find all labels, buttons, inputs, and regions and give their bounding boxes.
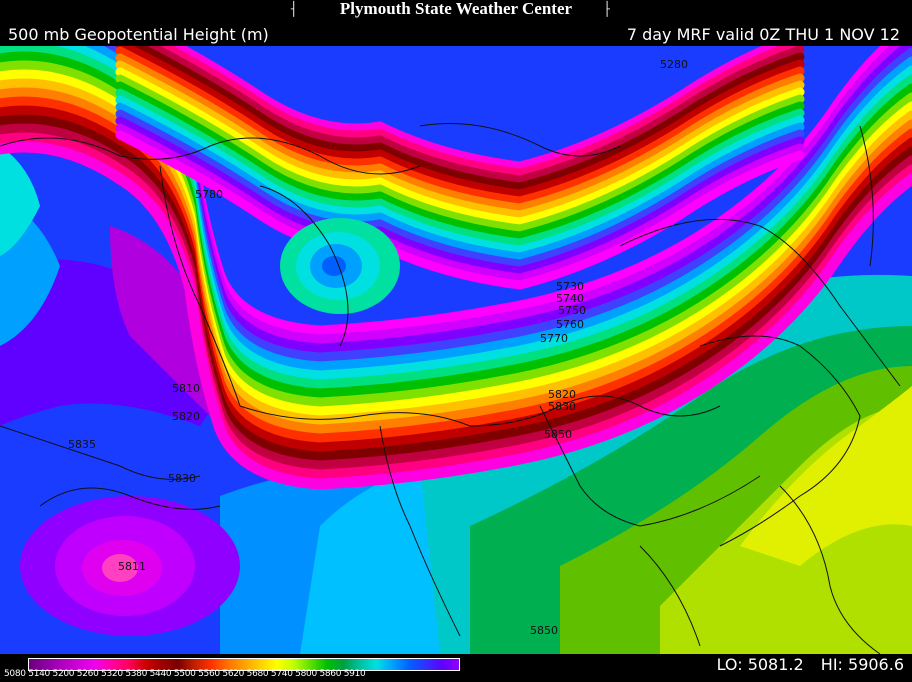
lo-value: LO: 5081.2 (716, 655, 804, 674)
contour-label: 5830 (548, 400, 576, 413)
contour-label: 5730 (556, 280, 584, 293)
contour-label: 5740 (556, 292, 584, 305)
map-canvas: 5280 5780 5810 5820 5835 5830 5811 5850 5850 5770… (0, 46, 912, 654)
contour-label: 5850 (530, 624, 558, 637)
title-bar: ⸡ Plymouth State Weather Center ⸠ 500 mb… (0, 0, 912, 46)
legend-bar: 5080 5140 5200 5260 5320 5380 5440 5500 … (0, 654, 912, 682)
lo-hi-readout: LO: 5081.2 HI: 5906.6 (705, 656, 904, 674)
color-scale-ticks: 5080 5140 5200 5260 5320 5380 5440 5500 … (4, 669, 366, 679)
contour-label: 5280 (660, 58, 688, 71)
contour-label: 5820 (548, 388, 576, 401)
contour-label: 5811 (118, 560, 146, 573)
hi-value: HI: 5906.6 (820, 655, 904, 674)
valid-time-title: 7 day MRF valid 0Z THU 1 NOV 12 (626, 25, 900, 44)
contour-label: 5810 (172, 382, 200, 395)
contour-label: 5830 (168, 472, 196, 485)
contour-label: 5780 (195, 188, 223, 201)
geopotential-map: 5280 5780 5810 5820 5835 5830 5811 5850 5850 5770… (0, 46, 912, 654)
contour-label: 5820 (172, 410, 200, 423)
hurricane-logo-right-icon: ⸠ (604, 0, 613, 17)
contour-label: 5770 (540, 332, 568, 345)
map-variable-title: 500 mb Geopotential Height (m) (8, 25, 269, 44)
contour-label: 5750 (558, 304, 586, 317)
center-title: Plymouth State Weather Center (339, 0, 573, 18)
contour-label: 5850 (544, 428, 572, 441)
contour-label: 5835 (68, 438, 96, 451)
contour-label: 5760 (556, 318, 584, 331)
